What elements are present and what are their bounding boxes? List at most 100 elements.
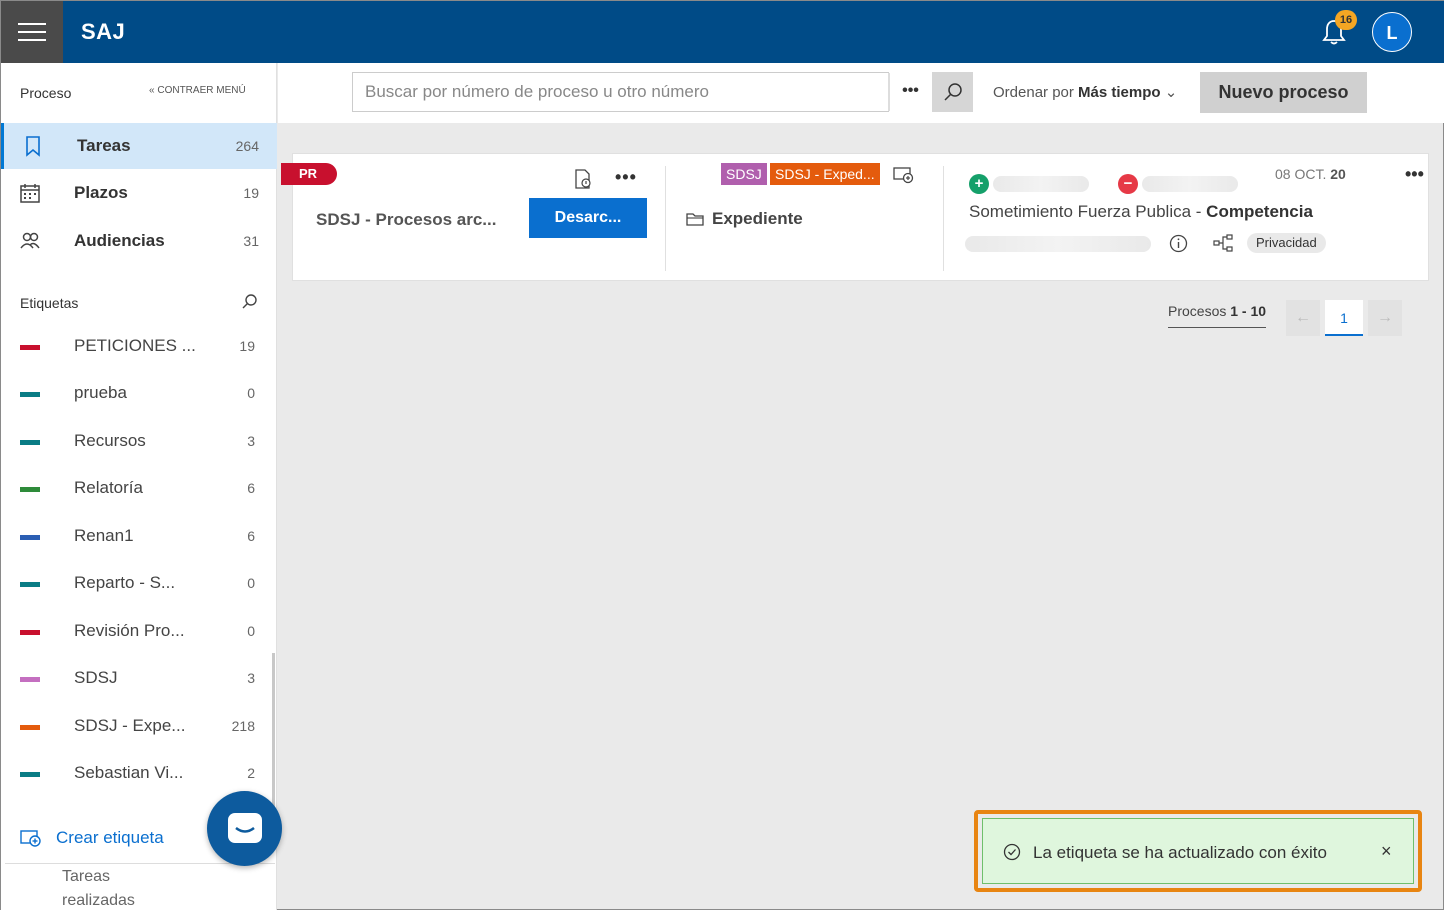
add-tag-icon [20,830,41,847]
privacy-badge[interactable]: Privacidad [1247,233,1326,253]
chat-icon [227,812,262,843]
create-tag-button[interactable]: Crear etiqueta [20,828,164,848]
date-prefix: 08 OCT. [1275,166,1327,182]
search-options-button[interactable]: ••• [888,73,932,111]
tags-title: Etiquetas [20,295,79,311]
tag-count: 0 [247,385,255,401]
info-icon[interactable] [1169,234,1188,253]
unarchive-button[interactable]: Desarc... [529,198,647,238]
process-title[interactable]: SDSJ - Procesos arc... [316,210,496,230]
divider [665,166,666,271]
search-box [352,72,889,112]
collapse-menu-label: CONTRAER MENÚ [157,85,246,96]
check-circle-icon [1003,843,1021,861]
tag-count: 3 [247,670,255,686]
tag-label: SDSJ - Expe... [74,716,186,735]
sidebar-item-audiencias[interactable]: Audiencias 31 [1,218,277,264]
subject-text: Sometimiento Fuerza Publica - [969,202,1202,221]
card-more-button[interactable]: ••• [615,167,637,188]
avatar[interactable]: L [1372,12,1412,52]
search-button[interactable] [932,72,973,112]
tag-color-swatch [20,725,40,730]
tag-label: PETICIONES ... [74,336,196,355]
pagination-summary: Procesos 1 - 10 [1168,303,1267,328]
tag-count: 19 [239,338,255,354]
tag-color-swatch [20,772,40,777]
hamburger-menu-icon[interactable] [1,1,63,63]
case-file-label: Expediente [712,209,803,228]
tag-count: 3 [247,433,255,449]
search-icon [943,83,962,101]
tag-color-swatch [20,440,40,445]
pagination-label: Procesos [1168,303,1227,319]
sidebar-tag-item[interactable]: Renan1 6 [1,514,277,560]
new-process-button[interactable]: Nuevo proceso [1200,72,1367,113]
app-title[interactable]: SAJ [81,19,125,45]
sidebar-item-label: Plazos [74,183,128,202]
create-tag-label: Crear etiqueta [56,828,164,847]
people-icon [20,232,40,249]
tag-color-swatch [20,677,40,682]
tag-label: prueba [74,383,127,402]
collapse-menu-button[interactable]: « CONTRAER MENÚ [149,85,246,96]
tag-label: Reparto - S... [74,573,176,592]
subject-bold: Competencia [1206,202,1313,221]
process-card[interactable]: PR ••• SDSJ - Procesos arc... Desarc... … [281,153,1429,281]
tag-label: Recursos [74,431,146,450]
redacted-text [993,176,1089,192]
sidebar-item-count: 19 [243,185,259,201]
tag-chip[interactable]: SDSJ - Exped... [770,163,880,185]
tag-count: 0 [247,575,255,591]
tag-color-swatch [20,582,40,587]
pagination-current-page[interactable]: 1 [1325,300,1363,336]
tag-chip[interactable]: SDSJ [721,163,767,185]
hierarchy-icon[interactable] [1213,234,1233,252]
tag-color-swatch [20,392,40,397]
tag-label: Relatoría [74,478,143,497]
tag-label: Sebastian Vi... [74,763,184,782]
sidebar-item-tareas[interactable]: Tareas 264 [1,123,277,169]
sort-prefix: Ordenar por [993,84,1074,101]
chat-button[interactable] [207,791,282,866]
date-year: 20 [1330,166,1346,182]
sidebar-item-plazos[interactable]: Plazos 19 [1,170,277,216]
tag-count: 218 [231,718,255,734]
document-info-icon[interactable] [574,169,592,189]
sidebar-item-label: Audiencias [74,231,165,250]
sidebar-item-count: 264 [235,138,259,154]
pagination-prev-button[interactable]: ← [1286,300,1320,336]
add-tag-icon[interactable] [893,166,915,184]
case-file-link[interactable]: Expediente [686,209,803,229]
sidebar-tag-item[interactable]: Relatoría 6 [1,466,277,512]
sidebar-tag-item[interactable]: SDSJ 3 [1,656,277,702]
tag-label: Renan1 [74,526,134,545]
close-icon[interactable]: × [1381,841,1392,862]
top-bar: SAJ 16 L [1,1,1444,63]
sidebar-tag-item[interactable]: Recursos 3 [1,419,277,465]
sidebar-tag-item[interactable]: Revisión Pro... 0 [1,609,277,655]
sidebar-header: Proceso [20,85,72,101]
tag-count: 6 [247,528,255,544]
pagination-range: 1 - 10 [1230,303,1267,319]
process-subject: Sometimiento Fuerza Publica - Competenci… [969,202,1313,222]
sidebar-tag-item[interactable]: PETICIONES ... 19 [1,324,277,370]
sidebar-item-label: Tareas [77,136,131,155]
tag-color-swatch [20,487,40,492]
sidebar: Proceso « CONTRAER MENÚ Tareas 264 Plazo… [1,63,277,910]
tag-count: 2 [247,765,255,781]
sidebar-tag-item[interactable]: SDSJ - Expe... 218 [1,704,277,750]
card-more-button[interactable]: ••• [1405,164,1424,185]
sidebar-tag-item[interactable]: Sebastian Vi... 2 [1,751,277,797]
sort-dropdown[interactable]: Ordenar por Más tiempo ⌄ [993,83,1177,101]
notification-badge: 16 [1335,10,1357,30]
tag-label: Revisión Pro... [74,621,185,640]
pagination-next-button[interactable]: → [1368,300,1402,336]
sidebar-tag-item[interactable]: Reparto - S... 0 [1,561,277,607]
process-date: 08 OCT. 20 [1275,166,1346,182]
done-tasks-link[interactable]: Tareas realizadas [62,865,142,910]
tag-color-swatch [20,630,40,635]
search-icon[interactable] [241,293,259,311]
search-input[interactable] [353,73,888,111]
folder-icon [686,213,704,226]
sidebar-tag-item[interactable]: prueba 0 [1,371,277,417]
